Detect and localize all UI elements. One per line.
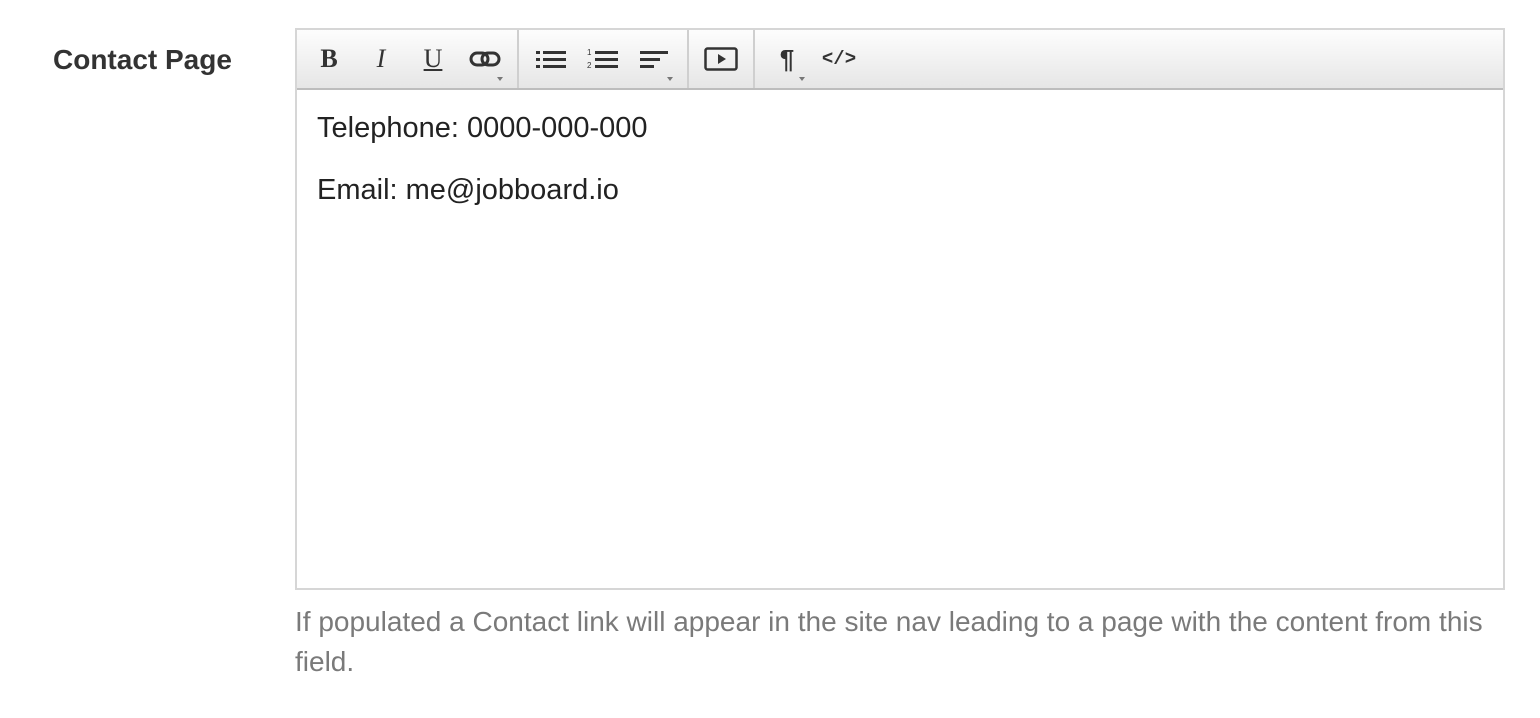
svg-text:1: 1 — [587, 48, 592, 57]
align-button[interactable] — [629, 30, 681, 88]
video-button[interactable] — [695, 30, 747, 88]
link-dropdown-caret-icon — [497, 77, 503, 81]
pilcrow-icon: ¶ — [779, 43, 795, 74]
toolbar-group-media — [689, 30, 755, 88]
contact-page-label: Contact Page — [53, 44, 232, 75]
underline-icon: U — [423, 44, 443, 73]
bold-button[interactable]: B — [303, 30, 355, 88]
code-view-button[interactable]: </> — [813, 30, 865, 88]
editor-content-area[interactable]: Telephone: 0000-000-000 Email: me@jobboa… — [297, 90, 1503, 250]
italic-icon: I — [376, 44, 386, 73]
bold-icon: B — [320, 44, 338, 73]
underline-button[interactable]: U — [407, 30, 459, 88]
link-button[interactable] — [459, 30, 511, 88]
code-icon: </> — [821, 48, 857, 70]
align-left-icon — [640, 51, 668, 68]
toolbar-group-paragraph: 1 2 — [519, 30, 689, 88]
editor-line-email: Email: me@jobboard.io — [317, 174, 619, 206]
numbered-list-icon: 1 2 — [587, 48, 618, 70]
help-text: If populated a Contact link will appear … — [295, 606, 1483, 677]
link-icon — [469, 51, 501, 67]
rich-text-editor[interactable]: B I U 1 2 ¶ </> Telephone: 0000-000-000 … — [295, 28, 1505, 590]
toolbar-group-text-format: B I U — [297, 30, 519, 88]
numbered-list-button[interactable]: 1 2 — [577, 30, 629, 88]
paragraph-dropdown-caret-icon — [799, 77, 805, 81]
video-icon — [704, 47, 738, 71]
bulleted-list-button[interactable] — [525, 30, 577, 88]
svg-text:2: 2 — [587, 61, 592, 70]
align-dropdown-caret-icon — [667, 77, 673, 81]
editor-toolbar: B I U 1 2 ¶ </> — [297, 30, 1503, 90]
italic-button[interactable]: I — [355, 30, 407, 88]
editor-line-telephone: Telephone: 0000-000-000 — [317, 112, 648, 144]
paragraph-format-button[interactable]: ¶ — [761, 30, 813, 88]
toolbar-group-misc: ¶ </> — [755, 30, 871, 88]
bulleted-list-icon — [536, 51, 566, 68]
